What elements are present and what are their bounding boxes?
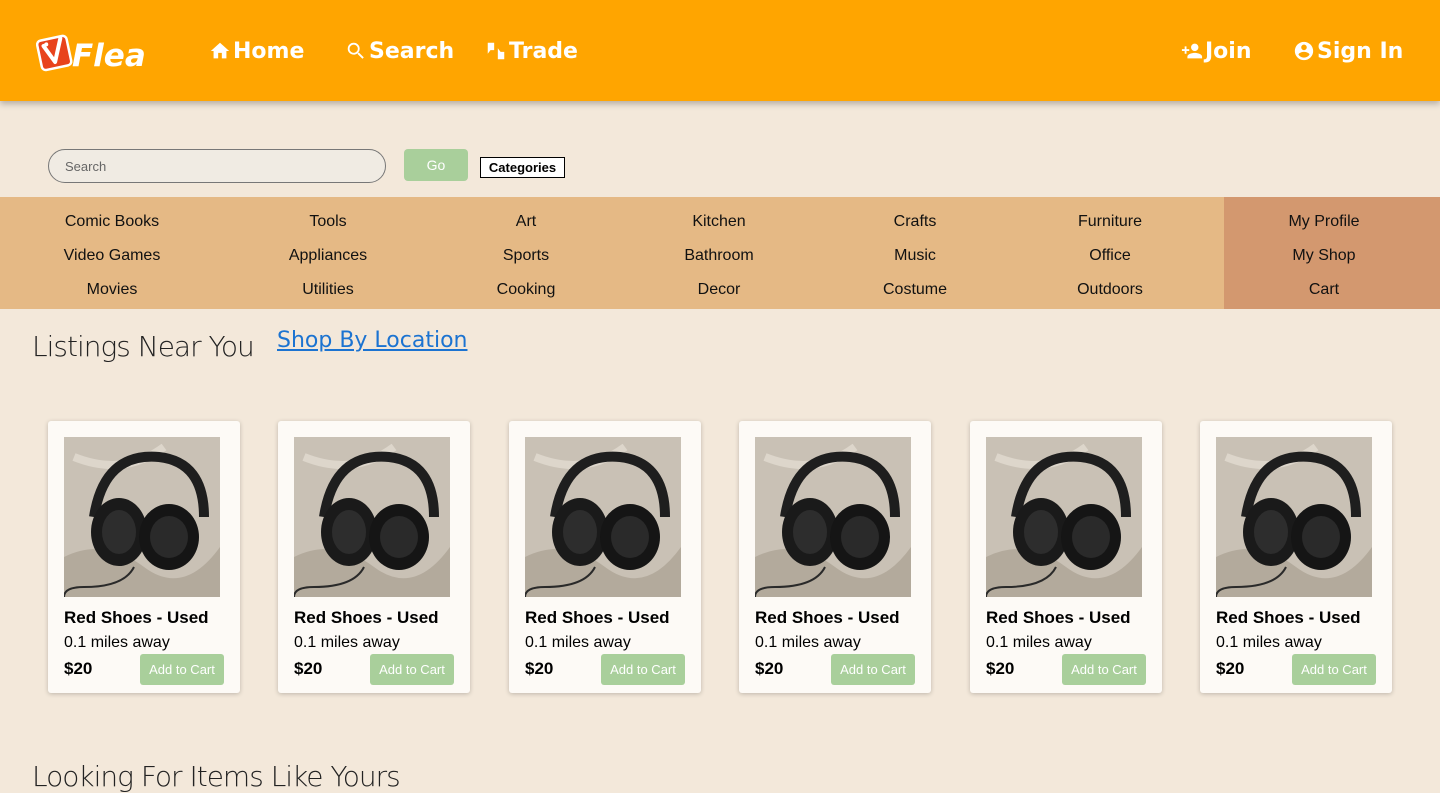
listing-photo[interactable] <box>525 437 681 597</box>
add-to-cart-button[interactable]: Add to Cart <box>1062 654 1146 685</box>
add-to-cart-button[interactable]: Add to Cart <box>601 654 685 685</box>
headphones-photo <box>64 437 220 597</box>
headphones-photo <box>986 437 1142 597</box>
category-furniture[interactable]: Furniture <box>1078 209 1142 243</box>
category-column: Comic Books Video Games Movies <box>12 209 212 311</box>
category-column: Crafts Music Costume <box>815 209 1015 311</box>
category-crafts[interactable]: Crafts <box>894 209 937 243</box>
shop-by-location-link[interactable]: Shop By Location <box>277 328 467 353</box>
category-video-games[interactable]: Video Games <box>64 243 161 277</box>
nav-home-label: Home <box>233 38 305 64</box>
listing-photo[interactable] <box>294 437 450 597</box>
nav-home[interactable]: Home <box>209 33 304 69</box>
listing-card[interactable]: Red Shoes - Used 0.1 miles away $20 Add to … <box>509 421 701 693</box>
category-outdoors[interactable]: Outdoors <box>1077 277 1143 311</box>
category-bar: Comic Books Video Games Movies Tools App… <box>0 197 1440 309</box>
listing-card[interactable]: Red Shoes - Used 0.1 miles away $20 Add to … <box>48 421 240 693</box>
listing-card[interactable]: Red Shoes - Used 0.1 miles away $20 Add to … <box>970 421 1162 693</box>
listing-distance: 0.1 miles away <box>986 634 1092 651</box>
listing-photo[interactable] <box>1216 437 1372 597</box>
category-office[interactable]: Office <box>1089 243 1131 277</box>
category-decor[interactable]: Decor <box>698 277 741 311</box>
add-to-cart-button[interactable]: Add to Cart <box>370 654 454 685</box>
category-costume[interactable]: Costume <box>883 277 947 311</box>
account-links: My Profile My Shop Cart <box>1224 209 1424 311</box>
similar-items-title: Looking For Items Like Yours <box>32 760 401 793</box>
category-cooking[interactable]: Cooking <box>497 277 556 311</box>
listing-title[interactable]: Red Shoes - Used <box>1216 608 1361 628</box>
listing-distance: 0.1 miles away <box>64 634 170 651</box>
listing-title[interactable]: Red Shoes - Used <box>294 608 439 628</box>
go-button[interactable]: Go <box>404 149 468 181</box>
nav-trade-label: Trade <box>509 38 578 64</box>
headphones-photo <box>1216 437 1372 597</box>
nav-search-label: Search <box>369 38 455 64</box>
headphones-photo <box>525 437 681 597</box>
listing-title[interactable]: Red Shoes - Used <box>755 608 900 628</box>
home-icon <box>210 42 230 59</box>
listing-card[interactable]: Red Shoes - Used 0.1 miles away $20 Add to … <box>1200 421 1392 693</box>
add-to-cart-button[interactable]: Add to Cart <box>1292 654 1376 685</box>
category-music[interactable]: Music <box>894 243 936 277</box>
listing-photo[interactable] <box>755 437 911 597</box>
category-utilities[interactable]: Utilities <box>302 277 354 311</box>
category-tools[interactable]: Tools <box>309 209 346 243</box>
listing-photo[interactable] <box>64 437 220 597</box>
listing-distance: 0.1 miles away <box>294 634 400 651</box>
listing-photo[interactable] <box>986 437 1142 597</box>
category-appliances[interactable]: Appliances <box>289 243 367 277</box>
listing-price: $20 <box>294 659 323 678</box>
listing-title[interactable]: Red Shoes - Used <box>986 608 1131 628</box>
sign-in-link[interactable]: Sign In <box>1293 33 1403 69</box>
account-circle-icon <box>1294 41 1314 61</box>
listing-title[interactable]: Red Shoes - Used <box>64 608 209 628</box>
join-link[interactable]: Join <box>1181 33 1252 69</box>
listing-title[interactable]: Red Shoes - Used <box>525 608 670 628</box>
category-bathroom[interactable]: Bathroom <box>684 243 753 277</box>
add-to-cart-button[interactable]: Add to Cart <box>140 654 224 685</box>
category-column: Tools Appliances Utilities <box>228 209 428 311</box>
top-header: Flea Home Search Trade Join Sign In <box>0 0 1440 101</box>
listing-card[interactable]: Red Shoes - Used 0.1 miles away $20 Add to … <box>739 421 931 693</box>
category-column: Furniture Office Outdoors <box>1010 209 1210 311</box>
categories-button[interactable]: Categories <box>480 157 565 178</box>
listing-price: $20 <box>986 659 1015 678</box>
listings-title: Listings Near You <box>32 330 255 363</box>
listing-distance: 0.1 miles away <box>1216 634 1322 651</box>
headphones-photo <box>755 437 911 597</box>
category-comic-books[interactable]: Comic Books <box>65 209 159 243</box>
category-movies[interactable]: Movies <box>87 277 138 311</box>
listing-price: $20 <box>525 659 554 678</box>
cart-link[interactable]: Cart <box>1309 277 1339 311</box>
nav-trade[interactable]: Trade <box>485 33 578 69</box>
listing-price: $20 <box>755 659 784 678</box>
nav-search[interactable]: Search <box>345 33 454 69</box>
search-input[interactable] <box>48 149 386 183</box>
my-shop-link[interactable]: My Shop <box>1292 243 1355 277</box>
sign-in-label: Sign In <box>1317 38 1404 64</box>
category-column: Kitchen Bathroom Decor <box>619 209 819 311</box>
listing-price: $20 <box>64 659 93 678</box>
category-kitchen[interactable]: Kitchen <box>692 209 745 243</box>
listing-card[interactable]: Red Shoes - Used 0.1 miles away $20 Add to … <box>278 421 470 693</box>
headphones-photo <box>294 437 450 597</box>
category-art[interactable]: Art <box>516 209 536 243</box>
join-label: Join <box>1205 38 1252 64</box>
flea-logo[interactable]: Flea <box>34 30 178 72</box>
category-sports[interactable]: Sports <box>503 243 549 277</box>
svg-text:Flea: Flea <box>72 38 146 72</box>
search-icon <box>347 42 364 59</box>
my-profile-link[interactable]: My Profile <box>1288 209 1359 243</box>
trade-icon <box>487 42 505 60</box>
listing-price: $20 <box>1216 659 1245 678</box>
listing-distance: 0.1 miles away <box>755 634 861 651</box>
account-panel: My Profile My Shop Cart <box>1224 197 1440 309</box>
listing-distance: 0.1 miles away <box>525 634 631 651</box>
category-column: Art Sports Cooking <box>426 209 626 311</box>
add-person-icon <box>1181 43 1203 59</box>
add-to-cart-button[interactable]: Add to Cart <box>831 654 915 685</box>
